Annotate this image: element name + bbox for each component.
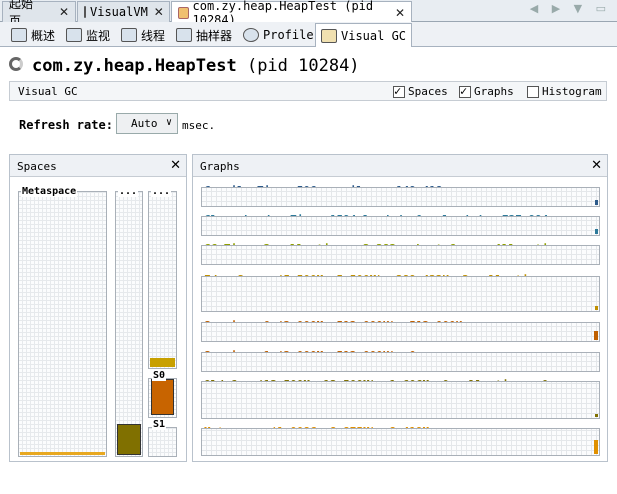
survivor-0-space — [148, 378, 177, 418]
survivor-1-graph — [201, 352, 600, 372]
view-tab-bar: 概述 监视 线程 抽样器 Profiler Visual GC — [0, 22, 617, 47]
info-icon — [11, 28, 27, 42]
graph-activity — [595, 200, 598, 205]
clock-icon — [243, 28, 259, 42]
chevron-down-icon: ∨ — [165, 117, 172, 128]
tab-sampler[interactable]: 抽样器 — [171, 24, 237, 46]
spaces-panel: Spaces ✕ Metaspace ... ... S0 S1 — [9, 154, 187, 462]
java-icon — [178, 6, 189, 19]
checkbox-unchecked-icon — [527, 85, 539, 98]
eden-label: ... — [151, 186, 172, 197]
toolbar-title: Visual GC — [18, 85, 78, 98]
tab-label: 线程 — [141, 28, 166, 43]
tab-label: 抽样器 — [196, 28, 233, 43]
spaces-checkbox[interactable]: Spaces — [393, 84, 448, 98]
tab-profiler[interactable]: Profiler — [238, 24, 326, 46]
tab-start-page[interactable]: 起始页 ✕ — [2, 0, 76, 28]
graphs-panel-header: Graphs ✕ — [193, 155, 607, 177]
close-icon[interactable]: ✕ — [395, 6, 405, 20]
checkbox-label: Graphs — [474, 85, 514, 98]
refresh-rate-label: Refresh rate: — [19, 118, 113, 132]
metaspace-label: Metaspace — [21, 186, 78, 197]
s0-label: S0 — [152, 370, 167, 381]
tab-visual-gc[interactable]: Visual GC — [315, 23, 413, 47]
tab-navigation[interactable]: ◀ ▶ ▼ ▭ — [530, 2, 611, 15]
survivor-0-graph — [201, 322, 600, 342]
space-usage-fill — [150, 358, 175, 367]
monitor-icon — [66, 28, 82, 42]
document-tab-bar: 起始页 ✕ VisualVM ✕ com.zy.heap.HeapTest (p… — [0, 0, 617, 28]
old-gen-graph — [201, 381, 600, 419]
graphs-checkbox[interactable]: Graphs — [459, 84, 514, 98]
metaspace-graph — [201, 428, 600, 456]
tab-label: VisualVM — [90, 5, 148, 19]
eden-space — [148, 191, 177, 369]
refresh-rate-unit: msec. — [182, 119, 216, 132]
panel-title: Spaces — [17, 160, 57, 173]
spaces-panel-header: Spaces ✕ — [10, 155, 186, 177]
graph-activity — [595, 229, 598, 234]
survivor-1-space — [148, 427, 177, 457]
visual-gc-toolbar: Visual GC Spaces Graphs Histogram — [9, 81, 607, 101]
refresh-rate-value: Auto — [131, 117, 158, 130]
close-icon[interactable]: ✕ — [591, 158, 602, 173]
checkbox-checked-icon — [459, 84, 471, 98]
tab-threads[interactable]: 线程 — [116, 24, 170, 46]
graph-activity — [595, 414, 598, 417]
space-usage-fill — [151, 379, 174, 415]
old-gen-label: ... — [118, 186, 139, 197]
tab-label: Profiler — [263, 28, 321, 42]
class-loader-graph — [201, 216, 600, 236]
checkbox-checked-icon — [393, 84, 405, 98]
eden-space-graph — [201, 276, 600, 312]
space-usage-fill — [117, 424, 141, 455]
threads-icon — [121, 28, 137, 42]
tab-visualvm[interactable]: VisualVM ✕ — [77, 1, 170, 22]
checkbox-label: Histogram — [542, 85, 602, 98]
close-icon[interactable]: ✕ — [154, 5, 164, 19]
tab-label: Visual GC — [341, 28, 407, 43]
graph-activity — [595, 306, 598, 310]
refresh-rate-select[interactable]: Auto ∨ — [116, 113, 178, 134]
process-name: com.zy.heap.HeapTest — [32, 56, 237, 76]
graph-activity — [594, 440, 598, 454]
page-title: com.zy.heap.HeapTest (pid 10284) — [32, 56, 360, 76]
chart-icon — [321, 28, 337, 43]
tab-label: 监视 — [86, 28, 111, 43]
close-icon[interactable]: ✕ — [59, 5, 69, 19]
tab-heaptest[interactable]: com.zy.heap.HeapTest (pid 10284) ✕ — [171, 0, 412, 27]
close-icon[interactable]: ✕ — [170, 158, 181, 173]
compile-time-graph — [201, 187, 600, 207]
s1-label: S1 — [152, 419, 167, 430]
tab-label: 概述 — [31, 28, 56, 43]
panel-title: Graphs — [200, 160, 240, 173]
metaspace-space — [18, 191, 107, 457]
space-usage-fill — [20, 452, 105, 455]
histogram-checkbox[interactable]: Histogram — [527, 85, 602, 98]
process-pid: (pid 10284) — [246, 56, 360, 76]
graph-activity — [594, 331, 598, 340]
visualvm-icon — [84, 6, 86, 18]
loading-spinner-icon — [9, 57, 23, 71]
tab-overview[interactable]: 概述 — [6, 24, 60, 46]
tab-monitor[interactable]: 监视 — [61, 24, 115, 46]
content-area: com.zy.heap.HeapTest (pid 10284) Visual … — [0, 47, 617, 494]
sampler-icon — [176, 28, 192, 42]
checkbox-label: Spaces — [408, 85, 448, 98]
gc-time-graph — [201, 245, 600, 265]
old-gen-space — [115, 191, 143, 457]
